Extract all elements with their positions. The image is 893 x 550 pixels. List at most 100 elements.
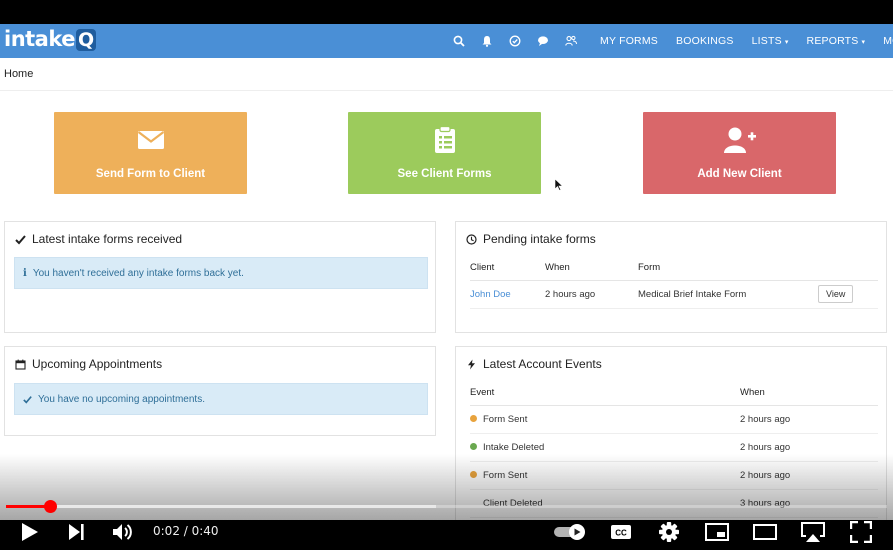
event-name: Form Sent [483,469,528,481]
divider [0,90,893,91]
nav-link-more[interactable]: MORE▾ [883,35,893,47]
airplay-button[interactable] [799,519,827,545]
when-cell: 2 hours ago [740,433,878,462]
column-header-form: Form [638,256,818,281]
progress-buffered [6,505,436,508]
see-client-forms-button[interactable]: See Client Forms [348,112,541,194]
play-icon [22,523,38,541]
when-cell: 3 hours ago [740,489,878,518]
checkmark-icon [15,234,26,244]
mouse-cursor-icon [555,179,563,191]
user-plus-icon [723,126,757,154]
time-display: 0:02 / 0:40 [153,524,219,538]
miniplayer-button[interactable] [704,519,730,545]
progress-scrubber[interactable] [44,500,57,513]
info-icon: i [23,267,27,279]
alert-text: You haven't received any intake forms ba… [32,267,244,279]
settings-button[interactable] [657,519,681,545]
see-client-forms-label: See Client Forms [397,168,492,180]
send-form-label: Send Form to Client [95,168,206,180]
closed-captions-icon: CC [611,525,631,539]
status-dot [470,471,477,479]
nav-link-label: BOOKINGS [676,35,734,47]
bell-icon[interactable] [480,34,494,48]
latest-account-events-panel: Latest Account Events Event When Form Se… [455,346,887,520]
event-name: Intake Deleted [483,441,545,453]
nav-link-bookings[interactable]: BOOKINGS [676,35,734,47]
event-name: Form Sent [483,413,528,425]
chat-icon[interactable] [536,34,550,48]
panel-title: Latest Account Events [483,357,602,371]
upcoming-appointments-panel: Upcoming Appointments You have no upcomi… [4,346,436,436]
info-alert: You have no upcoming appointments. [14,383,428,415]
fullscreen-button[interactable] [849,519,873,545]
chevron-down-icon: ▾ [861,39,866,46]
view-button[interactable]: View [818,285,854,303]
table-row: John Doe 2 hours ago Medical Brief Intak… [470,280,878,309]
svg-text:CC: CC [615,529,627,538]
skip-next-icon [69,524,84,540]
pending-forms-table: Client When Form John Doe 2 hours ago Me… [470,256,878,309]
nav-link-label: MORE [883,35,893,47]
column-header-when: When [545,256,638,281]
volume-icon [113,524,132,540]
theater-mode-button[interactable] [752,519,778,545]
alert-text: You have no upcoming appointments. [38,393,205,405]
users-icon[interactable] [564,34,578,48]
panel-title: Latest intake forms received [32,232,183,246]
pending-intake-forms-panel: Pending intake forms Client When Form Jo… [455,221,887,333]
autoplay-toggle-icon [554,524,585,540]
chevron-down-icon: ▾ [784,39,789,46]
add-new-client-button[interactable]: Add New Client [643,112,836,194]
when-cell: 2 hours ago [545,280,638,309]
client-link[interactable]: John Doe [470,289,511,300]
clock-icon [466,233,477,245]
nav-link-my-forms[interactable]: MY FORMS [600,35,658,47]
intakeq-logo[interactable]: intake Q [4,27,96,51]
miniplayer-icon [705,523,729,541]
play-button[interactable] [18,519,42,545]
nav-link-label: REPORTS [806,35,859,47]
panel-title: Upcoming Appointments [32,357,163,371]
panel-title: Pending intake forms [483,232,596,246]
subtitles-button[interactable]: CC [609,519,633,545]
column-header-action [818,256,878,281]
autoplay-toggle[interactable] [553,519,589,545]
table-row: Form Sent 2 hours ago [470,461,878,490]
nav-link-reports[interactable]: REPORTS ▾ [807,35,866,47]
lightning-icon [468,359,475,369]
column-header-when: When [740,381,878,406]
fullscreen-icon [850,521,872,543]
intakeq-dashboard: intakeQ MY FORMSBOOKINGSLISTS▾REPORTS▾MO… [0,24,893,520]
cast-icon [801,522,825,542]
logo-q: Q [76,29,96,51]
send-form-to-client-button[interactable]: Send Form to Client [54,112,247,194]
volume-button[interactable] [110,519,136,545]
checkmark-icon [23,395,32,404]
account-events-table: Event When Form Sent 2 hours ago Intake De… [470,381,878,518]
column-header-event: Event [470,381,740,406]
next-button[interactable] [64,519,88,545]
calendar-icon [15,359,26,370]
table-row: Client Deleted 3 hours ago [470,489,878,518]
nav-link-lists[interactable]: LISTS ▾ [752,35,789,47]
video-player: intakeQ MY FORMSBOOKINGSLISTS▾REPORTS▾MO… [0,0,893,550]
theater-mode-icon [753,524,777,540]
table-row: Intake Deleted 2 hours ago [470,433,878,462]
status-dot [470,415,477,423]
info-alert: i You haven't received any intake forms … [14,257,428,289]
top-navbar: intakeQ MY FORMSBOOKINGSLISTS▾REPORTS▾MO… [0,24,893,58]
logo-text: intake [4,27,76,51]
search-icon[interactable] [452,34,466,48]
nav-link-label: LISTS [751,35,782,47]
add-new-client-label: Add New Client [697,168,782,180]
breadcrumb: Home [4,68,34,80]
when-cell: 2 hours ago [740,461,878,490]
table-row: Form Sent 2 hours ago [470,405,878,434]
column-header-client: Client [470,256,545,281]
check-circle-icon[interactable] [508,34,522,48]
form-cell: Medical Brief Intake Form [638,280,818,309]
envelope-icon [137,126,165,154]
gear-icon [659,522,679,542]
latest-intake-forms-panel: Latest intake forms received i You haven… [4,221,436,333]
